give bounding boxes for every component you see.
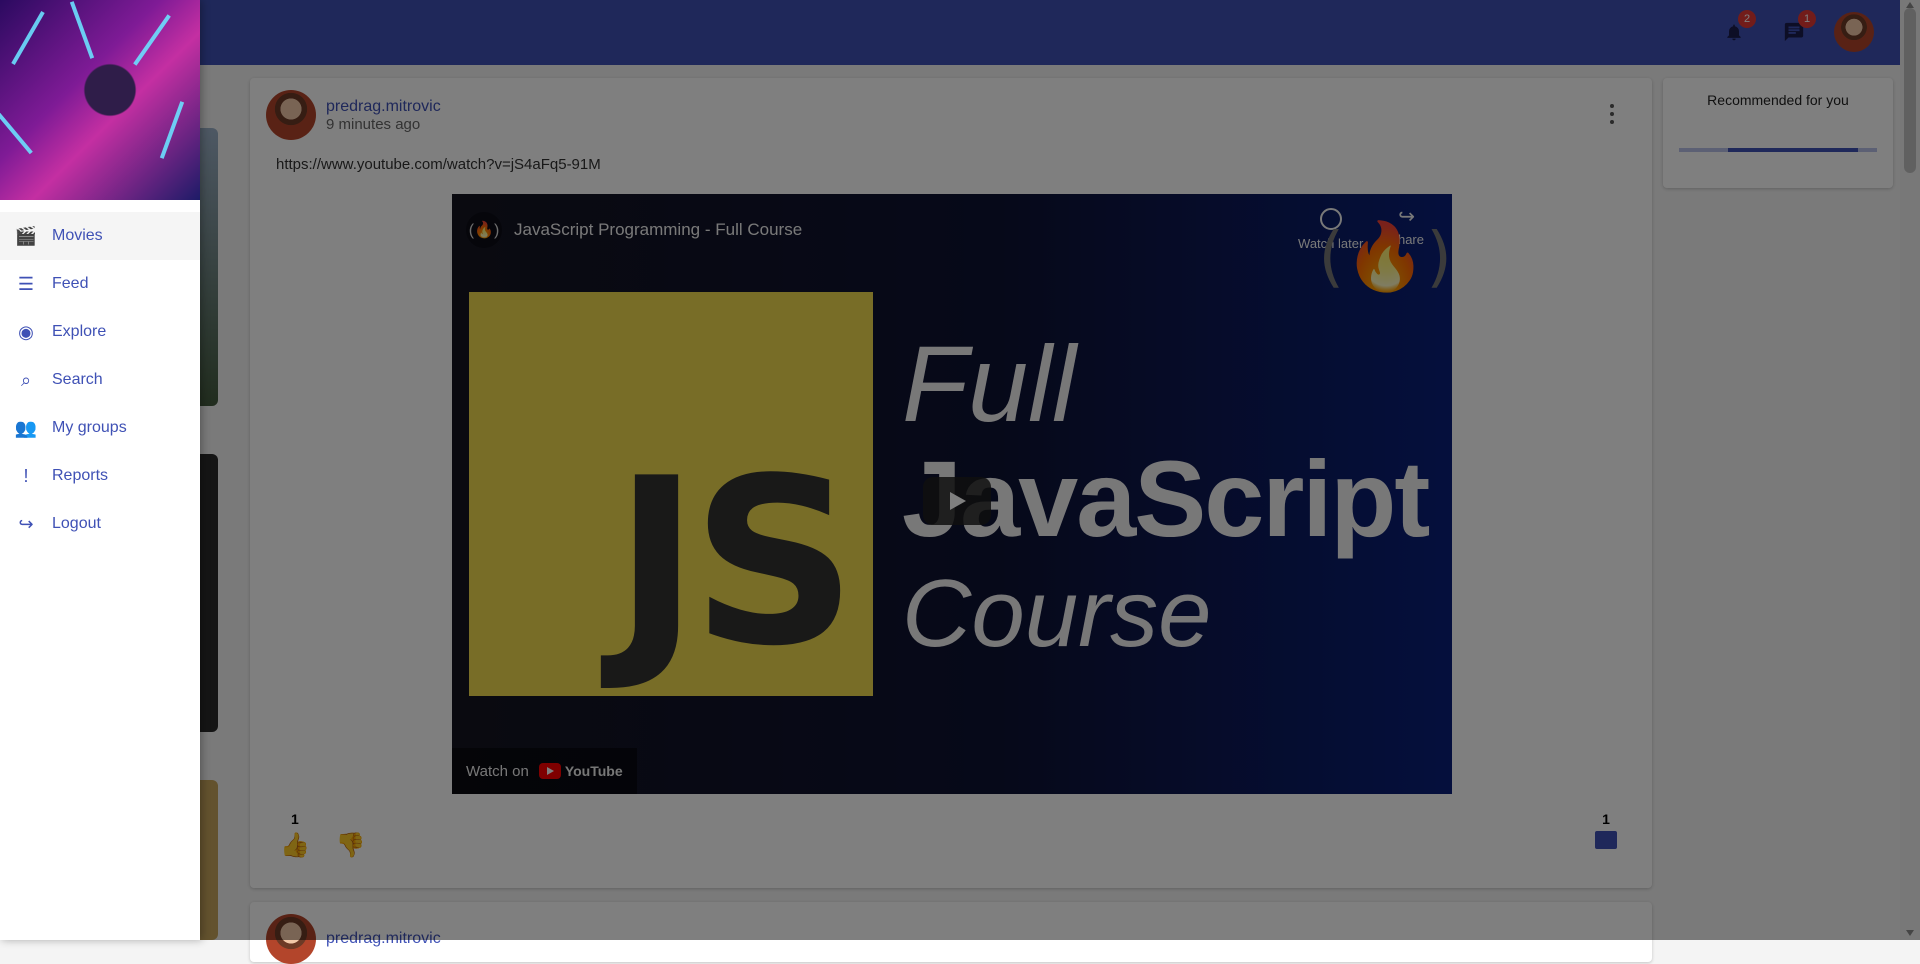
report-icon: ! (23, 465, 29, 486)
logout-icon: ↪ (18, 513, 34, 534)
nav-item-movies[interactable]: 🎬 Movies (0, 212, 200, 260)
nav-item-logout[interactable]: ↪ Logout (0, 500, 200, 548)
nav-item-search[interactable]: ⌕ Search (0, 356, 200, 404)
nav-label-reports: Reports (52, 467, 109, 484)
explore-icon: ◉ (18, 321, 34, 342)
nav-label-explore: Explore (52, 323, 107, 340)
movie-icon: 🎬 (14, 225, 38, 246)
nav-label-search: Search (52, 371, 103, 388)
nav-item-feed[interactable]: ☰ Feed (0, 260, 200, 308)
feed-icon: ☰ (17, 273, 35, 294)
drawer-nav: 🎬 Movies ☰ Feed ◉ Explore ⌕ Search 👥 My … (0, 212, 200, 548)
search-icon: ⌕ (20, 369, 32, 390)
navigation-drawer: 🎬 Movies ☰ Feed ◉ Explore ⌕ Search 👥 My … (0, 0, 200, 940)
nav-item-my-groups[interactable]: 👥 My groups (0, 404, 200, 452)
drawer-backdrop[interactable] (0, 0, 1920, 940)
nav-label-logout: Logout (52, 515, 101, 532)
nav-item-explore[interactable]: ◉ Explore (0, 308, 200, 356)
groups-icon: 👥 (14, 417, 38, 438)
nav-item-reports[interactable]: ! Reports (0, 452, 200, 500)
nav-label-movies: Movies (52, 227, 103, 244)
nav-label-my-groups: My groups (52, 419, 127, 436)
drawer-banner-image (0, 0, 200, 200)
nav-label-feed: Feed (52, 275, 89, 292)
